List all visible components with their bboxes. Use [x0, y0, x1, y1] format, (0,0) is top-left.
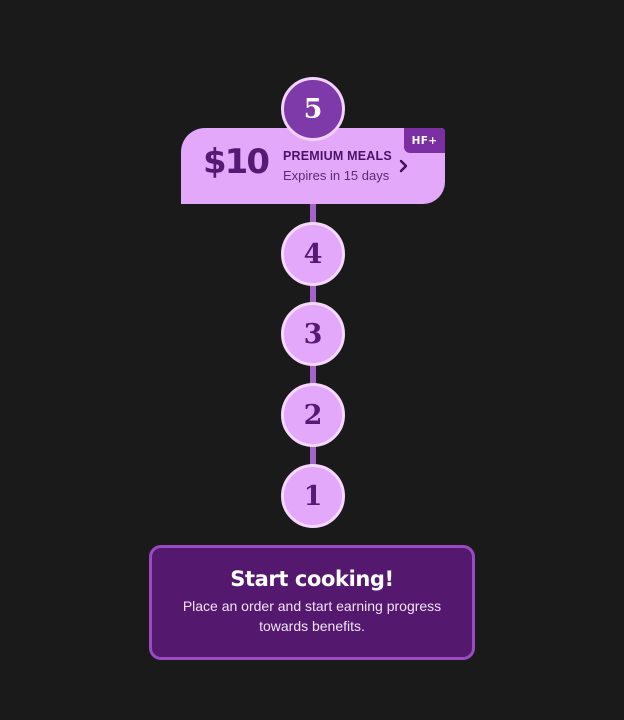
start-description: Place an order and start earning progres…	[182, 598, 442, 634]
step-3: 3	[281, 302, 345, 366]
chevron-right-icon[interactable]	[397, 156, 411, 176]
reward-expiry: Expires in 15 days	[283, 168, 390, 183]
step-2: 2	[281, 383, 345, 447]
start-cooking-card: Start cooking! Place an order and start …	[149, 545, 475, 660]
step-4: 4	[281, 222, 345, 286]
step-1: 1	[281, 464, 345, 528]
step-5: 5	[281, 77, 345, 141]
hf-plus-badge: HF+	[404, 128, 445, 153]
reward-amount: $10	[203, 142, 270, 182]
start-title: Start cooking!	[230, 567, 394, 591]
reward-title: PREMIUM MEALS	[283, 149, 392, 163]
